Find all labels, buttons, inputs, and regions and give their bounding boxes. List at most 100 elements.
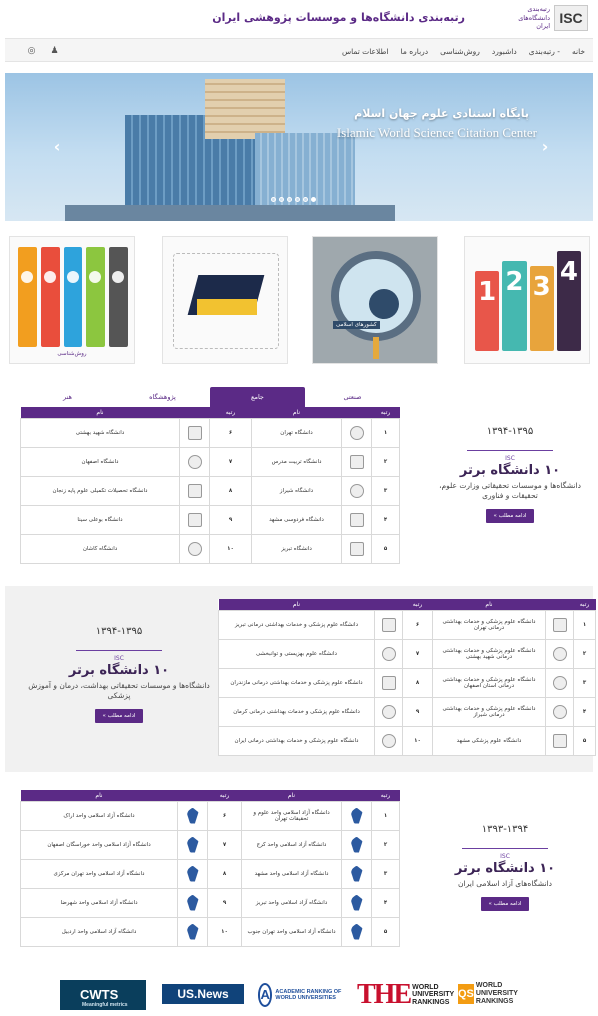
col-header-rank: رتبه <box>573 599 596 610</box>
university-link[interactable]: دانشگاه علوم بهزیستی و توانبخشی <box>218 638 375 669</box>
university-link[interactable]: دانشگاه آزاد اسلامی واحد علوم و تحقیقات … <box>241 800 342 831</box>
university-link[interactable]: دانشگاه آزاد اسلامی واحد اردبیل <box>20 916 178 947</box>
university-emblem-icon <box>381 733 396 748</box>
thumb-books[interactable]: 1 2 3 4 <box>464 236 590 364</box>
slider-dot[interactable] <box>303 197 308 202</box>
nav-icon-group: ◎ ♟ <box>27 39 59 63</box>
tab-research[interactable]: پژوهشگاه <box>115 387 210 407</box>
university-link[interactable]: دانشگاه آزاد اسلامی واحد خوراسگان اصفهان <box>20 829 178 860</box>
university-link[interactable]: دانشگاه علوم پزشکی و خدمات بهداشتی درمان… <box>432 609 546 640</box>
nav-item-home[interactable]: خانه <box>572 47 585 56</box>
table-row: ۵ دانشگاه آزاد اسلامی واحد تهران جنوب ۱۰… <box>20 916 400 947</box>
emblem-cell <box>545 696 574 727</box>
university-link[interactable]: دانشگاه تهران <box>251 417 342 448</box>
university-link[interactable]: دانشگاه علوم پزشکی و خدمات بهداشتی درمان… <box>218 609 375 640</box>
university-link[interactable]: دانشگاه کاشان <box>20 533 180 564</box>
university-link[interactable]: دانشگاه تبریز <box>251 533 342 564</box>
nav-item-ranking[interactable]: رتبه‌بندی - <box>529 47 560 56</box>
read-more-button[interactable]: ادامه مطلب » <box>480 897 530 911</box>
university-emblem-icon <box>349 454 364 469</box>
emblem-cell <box>177 887 208 918</box>
nav-item-methodology[interactable]: روش‌شناسی <box>440 47 480 56</box>
university-link[interactable]: دانشگاه آزاد اسلامی واحد مشهد <box>241 858 342 889</box>
university-link[interactable]: دانشگاه علوم پزشکی و خدمات بهداشتی درمان… <box>432 638 546 669</box>
university-link[interactable]: دانشگاه فردوسی مشهد <box>251 504 342 535</box>
university-link[interactable]: دانشگاه علوم پزشکی و خدمات بهداشتی درمان… <box>432 667 546 698</box>
university-emblem-icon <box>552 617 567 632</box>
university-link[interactable]: دانشگاه علوم پزشکی و خدمات بهداشتی درمان… <box>218 725 375 756</box>
tab-art[interactable]: هنر <box>20 387 115 407</box>
the-logo-mark: THE <box>357 979 412 1010</box>
university-link[interactable]: دانشگاه آزاد اسلامی واحد کرج <box>241 829 342 860</box>
university-link[interactable]: دانشگاه شهید بهشتی <box>20 417 180 448</box>
nav-item-about[interactable]: درباره ما <box>401 47 429 56</box>
university-link[interactable]: دانشگاه آزاد اسلامی واحد اراک <box>20 800 178 831</box>
emblem-cell <box>545 725 574 756</box>
slider-next-arrow-icon[interactable]: › <box>537 139 553 155</box>
slider-prev-arrow-icon[interactable]: ‹ <box>49 139 65 155</box>
read-more-button[interactable]: ادامه مطلب » <box>485 509 535 523</box>
isc-logo[interactable]: ISC رتبه‌بندی دانشگاه‌های ایران <box>506 5 588 33</box>
university-link[interactable]: دانشگاه آزاد اسلامی واحد تبریز <box>241 887 342 918</box>
university-link[interactable]: دانشگاه علوم پزشکی مشهد <box>432 725 546 756</box>
thumb-methodology[interactable]: روش‌شناسی <box>9 236 135 364</box>
arwu-logo[interactable]: A ACADEMIC RANKING OF WORLD UNIVERSITIES <box>258 980 342 1010</box>
thumb-education[interactable] <box>162 236 288 364</box>
slider-dot[interactable] <box>279 197 284 202</box>
hero-slider[interactable]: پایگاه استنادی علوم جهان اسلام Islamic W… <box>5 73 593 221</box>
col-header-emblem <box>374 599 403 610</box>
thumb-islamic-countries[interactable]: کشورهای اسلامی <box>312 236 438 364</box>
rank-cell: ۷ <box>207 829 242 860</box>
university-link[interactable]: دانشگاه بوعلی سینا <box>20 504 180 535</box>
azad-university-emblem-icon <box>350 807 363 824</box>
table-header-row: رتبه نام رتبه نام <box>20 407 400 418</box>
table-row: ۲ دانشگاه علوم پزشکی و خدمات بهداشتی درم… <box>218 638 596 669</box>
university-link[interactable]: دانشگاه آزاد اسلامی واحد تهران جنوب <box>241 916 342 947</box>
qs-rankings-logo[interactable]: QS WORLD UNIVERSITY RANKINGS <box>458 982 542 1006</box>
thumb-caption: روش‌شناسی <box>57 351 87 357</box>
emblem-cell <box>179 446 210 477</box>
rank-cell: ۵ <box>371 533 400 564</box>
tab-comprehensive[interactable]: جامع <box>210 387 305 407</box>
rank-cell: ۶ <box>209 417 252 448</box>
slider-dot[interactable] <box>287 197 292 202</box>
table-row: ۳ دانشگاه شیراز ۸ دانشگاه تحصیلات تکمیلی… <box>20 475 400 506</box>
university-link[interactable]: دانشگاه آزاد اسلامی واحد تهران مرکزی <box>20 858 178 889</box>
rank-cell: ۱۰ <box>207 916 242 947</box>
university-emblem-icon <box>349 512 364 527</box>
book-spine: 1 <box>475 271 500 351</box>
globe-icon[interactable]: ◎ <box>27 46 36 56</box>
user-icon[interactable]: ♟ <box>50 46 59 56</box>
university-link[interactable]: دانشگاه علوم پزشکی و خدمات بهداشتی درمان… <box>432 696 546 727</box>
slider-dot-active[interactable] <box>311 197 316 202</box>
emblem-cell <box>341 475 372 506</box>
slider-dot[interactable] <box>295 197 300 202</box>
pencil-icon <box>373 337 379 359</box>
university-link[interactable]: دانشگاه تربیت مدرس <box>251 446 342 477</box>
university-link[interactable]: دانشگاه شیراز <box>251 475 342 506</box>
usnews-logo[interactable]: US.News <box>162 984 244 1004</box>
university-emblem-icon <box>349 541 364 556</box>
university-link[interactable]: دانشگاه علوم پزشکی و خدمات بهداشتی درمان… <box>218 667 375 698</box>
university-link[interactable]: دانشگاه علوم پزشکی و خدمات بهداشتی درمان… <box>218 696 375 727</box>
col-header-emblem <box>341 790 372 801</box>
rank-cell: ۱ <box>573 609 596 640</box>
nav-item-contact[interactable]: اطلاعات تماس <box>342 47 389 56</box>
university-link[interactable]: دانشگاه آزاد اسلامی واحد شهرضا <box>20 887 178 918</box>
qs-logo-mark: QS <box>458 984 474 1004</box>
col-header-name: نام <box>218 599 375 610</box>
tab-industrial[interactable]: صنعتی <box>305 387 400 407</box>
rank-cell: ۳ <box>371 475 400 506</box>
university-link[interactable]: دانشگاه تحصیلات تکمیلی علوم پایه زنجان <box>20 475 180 506</box>
slider-dot[interactable] <box>271 197 276 202</box>
promo-heading: ۱۰ دانشگاه برتر <box>68 663 170 678</box>
the-rankings-logo[interactable]: THE WORLD UNIVERSITY RANKINGS <box>357 979 454 1010</box>
book-spine: 4 <box>556 251 581 351</box>
read-more-button[interactable]: ادامه مطلب » <box>94 709 144 723</box>
university-link[interactable]: دانشگاه اصفهان <box>20 446 180 477</box>
nav-item-dashboard[interactable]: داشبورد <box>492 47 517 56</box>
university-emblem-icon <box>187 454 202 469</box>
cwts-logo[interactable]: CWTS Meaningful metrics <box>60 980 146 1010</box>
promo-heading: ۱۰ دانشگاه برتر <box>459 463 561 478</box>
col-header-emblem <box>179 407 210 418</box>
